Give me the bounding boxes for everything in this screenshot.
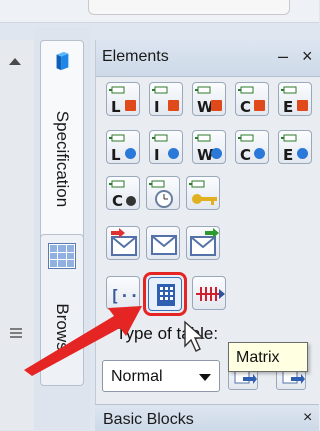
- requirement-I-blue-button[interactable]: I: [149, 130, 183, 164]
- svg-text:E: E: [283, 98, 293, 116]
- requirement-icon: C: [238, 134, 265, 164]
- key-icon: [189, 180, 217, 205]
- section-close-button[interactable]: ×: [303, 409, 312, 427]
- signal-button[interactable]: [146, 226, 180, 260]
- time-event-button[interactable]: [146, 176, 180, 210]
- scroll-up-arrow-icon[interactable]: [9, 58, 21, 65]
- requirement-icon: I: [152, 86, 179, 116]
- relation-map-icon: [196, 287, 225, 301]
- requirement-icon: E: [281, 86, 308, 116]
- top-strip: [0, 0, 319, 23]
- envelope-in-icon: [111, 228, 137, 256]
- requirement-W-blue-button[interactable]: W: [192, 130, 226, 164]
- panel-minimize-button[interactable]: –: [278, 46, 288, 67]
- cube-icon: [56, 51, 69, 71]
- requirement-icon: L: [109, 86, 136, 116]
- svg-text:E: E: [283, 146, 293, 164]
- panel-close-button[interactable]: ×: [302, 46, 313, 67]
- tab-specification-label: Specification: [53, 110, 72, 208]
- requirement-icon: W: [195, 134, 222, 164]
- requirement-C-red-button[interactable]: C: [235, 82, 269, 116]
- requirement-E-red-button[interactable]: E: [278, 82, 312, 116]
- envelope-out-icon: [190, 228, 219, 256]
- tab-specification[interactable]: Specification: [40, 40, 84, 262]
- requirement-E-blue-button[interactable]: E: [278, 130, 312, 164]
- requirement-L-blue-button[interactable]: L: [106, 130, 140, 164]
- requirement-C-plus-button[interactable]: C: [106, 176, 140, 210]
- chevron-down-icon: [199, 374, 211, 381]
- clock-icon: [149, 180, 173, 208]
- svg-text:I: I: [154, 98, 160, 116]
- svg-text:C: C: [112, 192, 123, 210]
- requirement-I-red-button[interactable]: I: [149, 82, 183, 116]
- splitter-grip-icon[interactable]: [10, 328, 22, 338]
- basic-blocks-section-header[interactable]: Basic Blocks ×: [95, 404, 319, 431]
- requirement-L-red-button[interactable]: L: [106, 82, 140, 116]
- red-pointer-arrow-icon: [24, 306, 142, 376]
- envelope-icon: [151, 235, 177, 255]
- svg-text:I: I: [154, 146, 160, 164]
- panel-header: Elements – ×: [96, 40, 320, 77]
- requirement-icon: W: [195, 86, 222, 116]
- svg-text:C: C: [240, 146, 251, 164]
- receive-signal-button[interactable]: [106, 226, 140, 260]
- mouse-cursor-icon: [184, 320, 205, 352]
- svg-text:C: C: [240, 98, 251, 116]
- top-tab-shape: [88, 0, 290, 15]
- requirement-icon: C: [238, 86, 265, 116]
- svg-text:L: L: [111, 98, 121, 116]
- matrix-tooltip: Matrix: [228, 342, 308, 372]
- requirement-icon: I: [152, 134, 179, 164]
- basic-blocks-label: Basic Blocks: [103, 411, 194, 428]
- requirement-c-plus-icon: C: [109, 180, 136, 210]
- grid-icon: [48, 243, 76, 269]
- requirement-W-red-button[interactable]: W: [192, 82, 226, 116]
- requirement-icon: L: [109, 134, 136, 164]
- key-element-button[interactable]: [186, 176, 220, 210]
- relation-map-button[interactable]: [192, 276, 226, 310]
- panel-title: Elements: [102, 48, 169, 65]
- tooltip-text: Matrix: [236, 349, 280, 366]
- send-signal-button[interactable]: [186, 226, 220, 260]
- svg-text:L: L: [111, 146, 121, 164]
- requirement-C-blue-button[interactable]: C: [235, 130, 269, 164]
- requirement-icon: E: [281, 134, 308, 164]
